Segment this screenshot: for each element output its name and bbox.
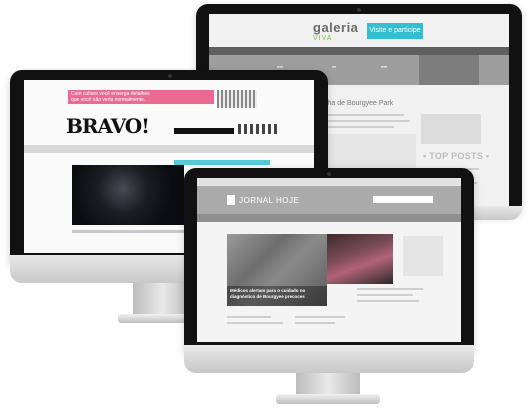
article-title[interactable]: Ilha de Bourgyee Park (324, 100, 393, 107)
galeria-logo-sub: VIVA (313, 35, 333, 42)
main-nav[interactable] (197, 214, 461, 222)
jh-logo[interactable]: JORNAL HOJE (239, 196, 299, 205)
left-monitor-stand (133, 278, 191, 316)
header-pattern (238, 124, 278, 134)
back-camera-icon (357, 8, 361, 12)
nav-item[interactable]: ■■■ (265, 65, 295, 69)
front-monitor-base (276, 394, 380, 404)
jh-logo-icon (227, 195, 235, 205)
hero-headline[interactable]: Médicos alertam para o cuidado no diagnó… (227, 286, 327, 301)
menu-bar (24, 145, 314, 153)
top-strip (197, 178, 461, 186)
top-nav-bar (209, 47, 509, 55)
bravo-logo[interactable]: BRAVO! (66, 114, 150, 138)
caption-line (72, 230, 184, 233)
featured-photo[interactable] (72, 165, 184, 225)
galeria-logo: galeria (313, 20, 359, 35)
front-screen: JORNAL HOJE Médicos alertam para o cuida… (197, 178, 461, 342)
promo-line-2: que você não veria normalmente. (71, 97, 146, 103)
site-header: JORNAL HOJE (197, 186, 461, 214)
left-camera-icon (168, 74, 172, 78)
visit-button[interactable]: Visite e participe (367, 23, 423, 39)
top-posts-heading: • TOP POSTS • (423, 151, 490, 161)
hero-caption-bg: Médicos alertam para o cuidado no diagnó… (227, 286, 327, 306)
search-input[interactable] (373, 196, 433, 203)
header-black-bar (174, 128, 234, 134)
portrait-photo[interactable] (327, 234, 393, 284)
sidebar-ad (421, 114, 481, 144)
teal-strip (174, 160, 270, 165)
nav-item[interactable]: ■■ (319, 65, 349, 69)
promo-banner[interactable]: Com cultura você enxerga detalhes que vo… (68, 90, 214, 104)
sidebar-box (403, 236, 443, 276)
front-monitor-chin (184, 345, 474, 373)
qr-pattern-icon (217, 90, 257, 108)
right-nav-box (419, 55, 479, 85)
nav-item[interactable]: ■■■ (369, 65, 399, 69)
front-camera-icon (327, 172, 331, 176)
article-image (321, 134, 416, 170)
